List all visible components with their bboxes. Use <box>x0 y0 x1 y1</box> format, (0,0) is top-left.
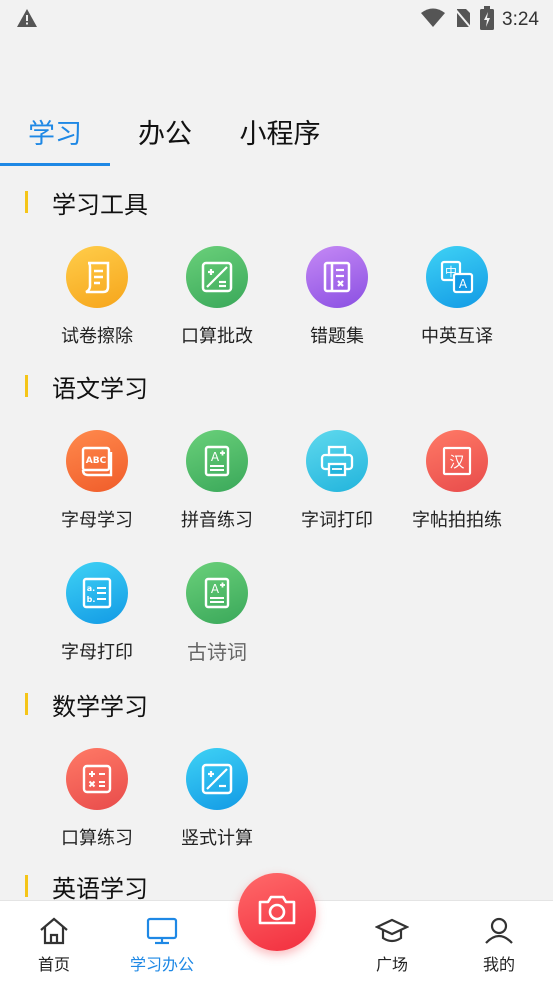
svg-text:A: A <box>211 582 220 596</box>
tool-label: 口算练习 <box>61 828 133 849</box>
graduation-cap-icon <box>342 917 442 949</box>
section-accent-bar <box>25 375 28 397</box>
vertical-calc-icon <box>186 748 248 810</box>
section-title-math: 数学学习 <box>25 686 148 722</box>
nav-mine[interactable]: 我的 <box>449 917 549 975</box>
section-title-text: 学习工具 <box>52 190 148 219</box>
tool-ancient-poems[interactable]: A 古诗词 <box>157 562 277 665</box>
tab-mini-program[interactable]: 小程序 <box>220 100 340 166</box>
tool-label: 中英互译 <box>421 326 493 347</box>
pinyin-card-icon: A <box>186 430 248 492</box>
tool-vertical-calc[interactable]: 竖式计算 <box>157 748 277 850</box>
section-title-text: 英语学习 <box>52 874 148 903</box>
tool-label: 错题集 <box>310 326 364 347</box>
camera-icon <box>256 893 298 931</box>
scroll-icon <box>66 246 128 308</box>
wifi-icon <box>420 8 446 32</box>
svg-text:ABC: ABC <box>86 456 107 466</box>
tool-label: 竖式计算 <box>181 828 253 849</box>
battery-charging-icon <box>480 6 495 34</box>
tool-paper-erase[interactable]: 试卷擦除 <box>37 246 157 348</box>
svg-text:A: A <box>211 450 220 464</box>
notebook-icon <box>306 246 368 308</box>
svg-text:汉: 汉 <box>449 453 464 471</box>
section-title-text: 语文学习 <box>52 374 148 403</box>
section-title-text: 数学学习 <box>52 692 148 721</box>
tool-letter-learn[interactable]: ABC 字母学习 <box>37 430 157 532</box>
home-icon <box>4 917 104 949</box>
svg-text:b.: b. <box>87 595 96 604</box>
math-board-icon <box>186 246 248 308</box>
section-accent-bar <box>25 875 28 897</box>
section-title-english: 英语学习 <box>25 868 148 904</box>
camera-button[interactable] <box>238 873 316 951</box>
section-title-tools: 学习工具 <box>25 184 148 220</box>
status-icons: 3:24 <box>420 6 539 34</box>
status-time: 3:24 <box>502 9 539 30</box>
section-accent-bar <box>25 693 28 715</box>
tool-copybook-photo[interactable]: 汉 字帖拍拍练 <box>397 430 517 532</box>
monitor-icon <box>112 917 212 949</box>
svg-text:A: A <box>459 277 468 291</box>
no-sim-icon <box>454 7 472 33</box>
tool-label: 古诗词 <box>187 640 247 664</box>
tool-letter-print[interactable]: a. b. 字母打印 <box>37 562 157 664</box>
section-accent-bar <box>25 191 28 213</box>
top-tabs: 学习 办公 小程序 <box>0 100 553 166</box>
section-title-chinese: 语文学习 <box>25 368 148 404</box>
tool-word-print[interactable]: 字词打印 <box>277 430 397 532</box>
warning-icon <box>16 8 38 32</box>
tool-wrong-questions[interactable]: 错题集 <box>277 246 397 348</box>
tab-study[interactable]: 学习 <box>0 100 110 166</box>
tool-translate[interactable]: 中A 中英互译 <box>397 246 517 348</box>
nav-study-office[interactable]: 学习办公 <box>112 917 212 975</box>
abc-book-icon: ABC <box>66 430 128 492</box>
letter-list-icon: a. b. <box>66 562 128 624</box>
tool-mental-math-check[interactable]: 口算批改 <box>157 246 277 348</box>
tool-label: 字母学习 <box>61 510 133 531</box>
tool-label: 试卷擦除 <box>61 326 133 347</box>
nav-label: 学习办公 <box>129 955 194 974</box>
han-character-icon: 汉 <box>426 430 488 492</box>
tool-mental-math-practice[interactable]: 口算练习 <box>37 748 157 850</box>
tool-pinyin-practice[interactable]: A 拼音练习 <box>157 430 277 532</box>
poem-card-icon: A <box>186 562 248 624</box>
nav-square[interactable]: 广场 <box>342 917 442 975</box>
tool-label: 字帖拍拍练 <box>412 510 502 531</box>
svg-text:a.: a. <box>87 584 95 593</box>
tool-label: 字词打印 <box>301 510 373 531</box>
translate-icon: 中A <box>426 246 488 308</box>
nav-home[interactable]: 首页 <box>4 917 104 975</box>
calculator-icon <box>66 748 128 810</box>
user-icon <box>449 917 549 949</box>
tool-label: 口算批改 <box>181 326 253 347</box>
tab-office[interactable]: 办公 <box>110 100 220 166</box>
nav-label: 广场 <box>375 955 408 974</box>
status-bar: 3:24 <box>0 0 553 40</box>
nav-label: 首页 <box>37 955 70 974</box>
tool-label: 拼音练习 <box>181 510 253 531</box>
nav-label: 我的 <box>482 955 515 974</box>
tool-label: 字母打印 <box>61 642 133 663</box>
printer-icon <box>306 430 368 492</box>
